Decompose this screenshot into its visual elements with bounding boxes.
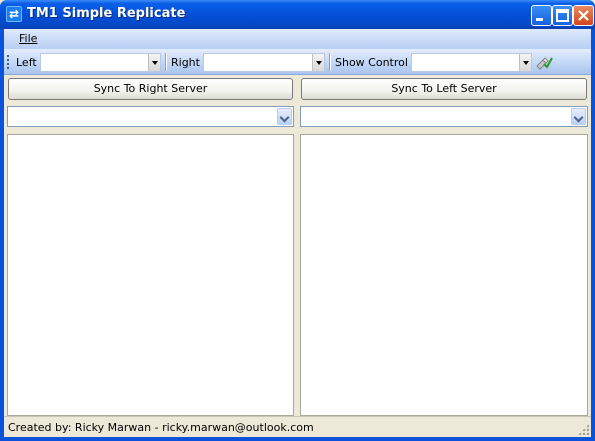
toolbar-separator <box>329 53 331 71</box>
chevron-down-icon[interactable] <box>312 54 324 71</box>
status-bar: Created by: Ricky Marwan - ricky.marwan@… <box>4 416 591 437</box>
close-button[interactable] <box>573 5 594 26</box>
resize-grip-icon[interactable] <box>578 424 589 435</box>
right-item-select[interactable] <box>300 106 588 127</box>
left-server-combo[interactable] <box>40 53 161 72</box>
status-text: Created by: Ricky Marwan - ricky.marwan@… <box>8 421 314 434</box>
chevron-down-icon[interactable] <box>519 54 531 71</box>
right-list-panel[interactable] <box>300 134 588 416</box>
show-control-combo[interactable] <box>411 53 532 72</box>
minimize-button[interactable] <box>531 5 552 26</box>
menu-file-label: File <box>19 32 38 45</box>
left-item-select[interactable] <box>7 106 294 127</box>
menu-bar: File <box>4 29 591 49</box>
show-control-label: Show Control <box>335 56 408 69</box>
right-server-label: Right <box>171 56 200 69</box>
title-bar[interactable]: ⇄ TM1 Simple Replicate <box>0 0 595 29</box>
left-list-panel[interactable] <box>7 134 294 416</box>
menu-file[interactable]: File <box>19 32 37 45</box>
minimize-icon <box>536 18 543 21</box>
sync-to-left-button[interactable]: Sync To Left Server <box>301 78 587 100</box>
left-server-label: Left <box>16 56 37 69</box>
toolbar: Left Right Show Control <box>4 49 591 75</box>
sync-to-right-button[interactable]: Sync To Right Server <box>8 78 293 100</box>
check-tool-icon[interactable] <box>535 54 553 70</box>
replicate-arrows-icon[interactable]: ⇄ <box>6 6 22 22</box>
close-icon <box>578 10 589 21</box>
toolbar-separator <box>165 53 167 71</box>
chevron-down-icon[interactable] <box>277 108 292 125</box>
toolbar-grip[interactable] <box>7 55 9 69</box>
maximize-button[interactable] <box>552 5 573 26</box>
maximize-icon <box>556 9 569 22</box>
chevron-down-icon[interactable] <box>571 108 586 125</box>
chevron-down-icon[interactable] <box>148 54 160 71</box>
window-title: TM1 Simple Replicate <box>27 6 186 21</box>
right-server-combo[interactable] <box>203 53 325 72</box>
client-area: File Left Right Show Control Sync To Rig… <box>4 29 591 437</box>
app-window: ⇄ TM1 Simple Replicate File Left Right S… <box>0 0 595 441</box>
